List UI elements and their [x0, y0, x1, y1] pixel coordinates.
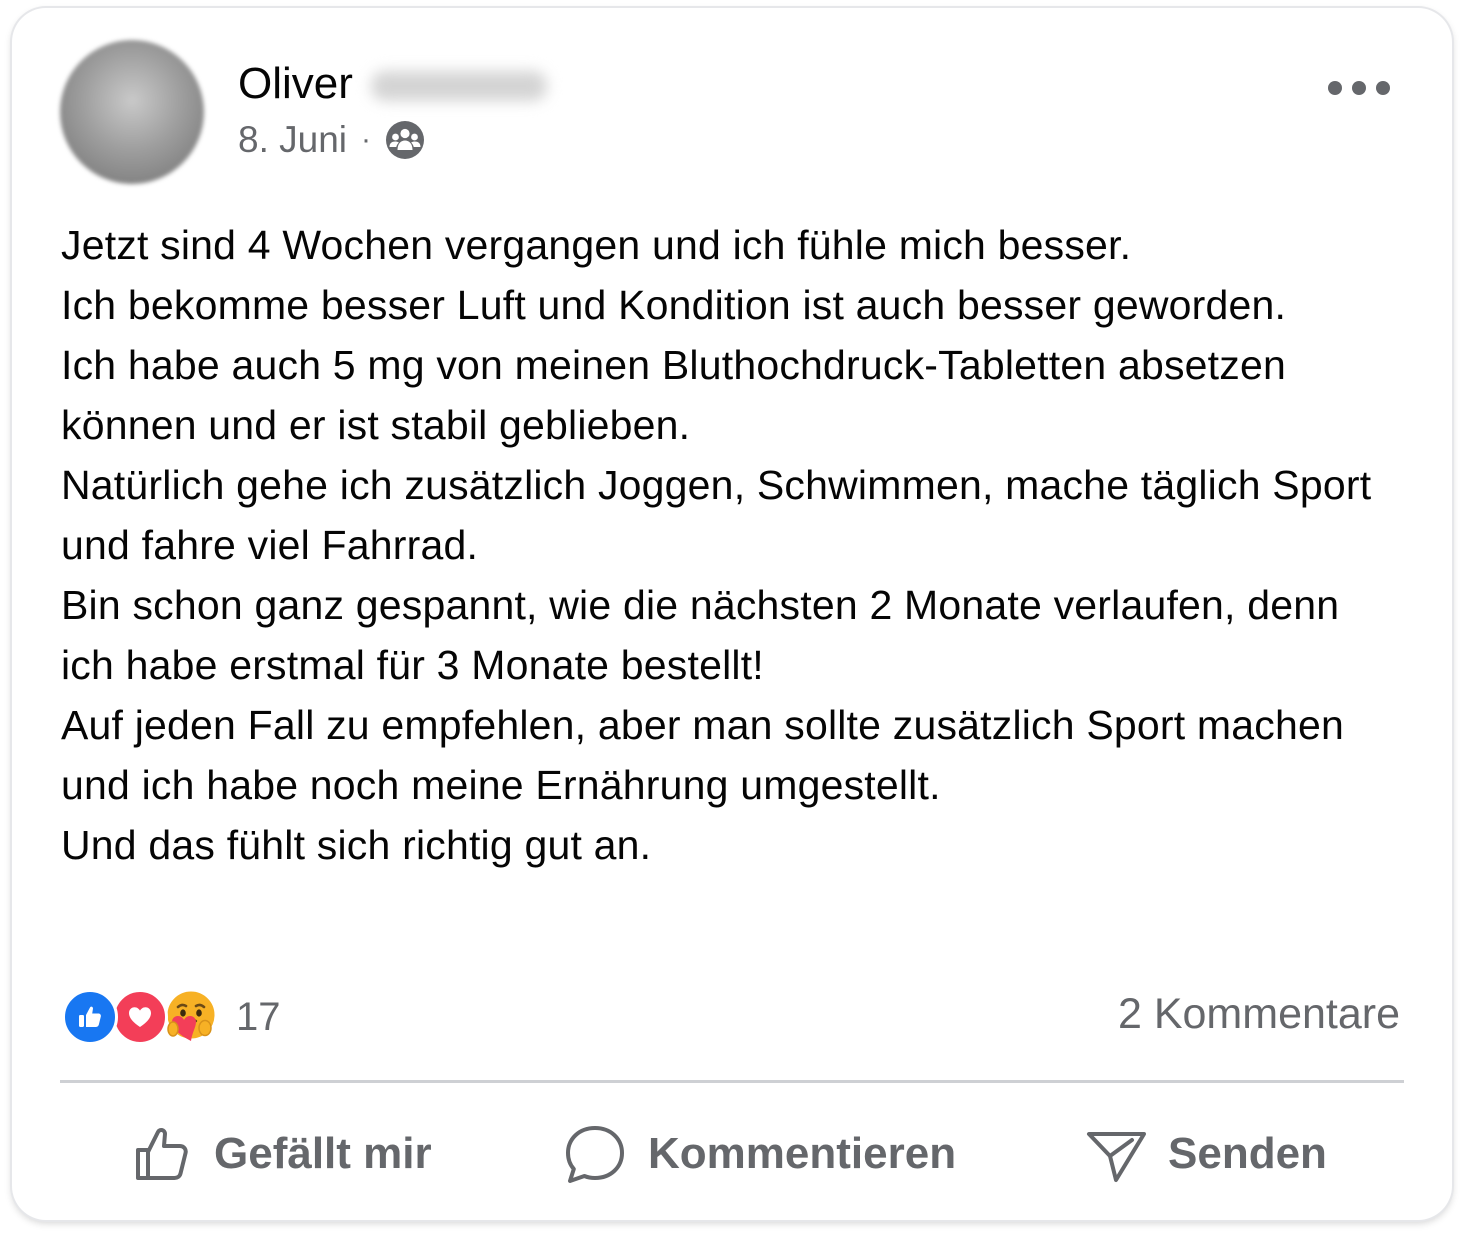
avatar[interactable]: [60, 40, 204, 184]
post-text-line: Natürlich gehe ich zusätzlich Joggen, Sc…: [61, 462, 1372, 568]
comment-button-label: Kommentieren: [648, 1129, 957, 1178]
post-text: Jetzt sind 4 Wochen vergangen und ich fü…: [61, 215, 1401, 875]
more-dot: [1328, 81, 1342, 95]
comments-count[interactable]: 2 Kommentare: [1118, 990, 1400, 1039]
care-reaction-icon: [162, 988, 220, 1046]
post-date[interactable]: 8. Juni: [238, 118, 347, 162]
post-card: Oliver 8. Juni · Jetzt sind 4 Wochen ver…: [12, 8, 1452, 1220]
send-button-label: Senden: [1168, 1129, 1327, 1178]
post-text-line: Bin schon ganz gespannt, wie die nächste…: [61, 582, 1340, 688]
post-text-line: Ich bekomme besser Luft und Kondition is…: [61, 282, 1287, 328]
comment-button[interactable]: Kommentieren: [562, 1106, 956, 1202]
meta-separator: ·: [361, 123, 372, 156]
thumbs-up-icon: [136, 1127, 188, 1180]
author-first-name[interactable]: Oliver: [238, 59, 353, 108]
reactions-summary[interactable]: 17: [62, 988, 281, 1046]
action-bar: Gefällt mir Kommentieren Senden: [60, 1106, 1404, 1202]
speech-bubble-icon: [566, 1126, 624, 1183]
more-options-icon[interactable]: [1328, 76, 1390, 100]
post-text-line: Und das fühlt sich richtig gut an.: [61, 822, 652, 868]
post-meta: 8. Juni ·: [238, 118, 425, 162]
post-text-line: Auf jeden Fall zu empfehlen, aber man so…: [61, 702, 1344, 808]
divider: [60, 1080, 1404, 1083]
post-text-line: Ich habe auch 5 mg von meinen Bluthochdr…: [61, 342, 1286, 448]
like-button-label: Gefällt mir: [214, 1129, 432, 1178]
more-dot: [1376, 81, 1390, 95]
reaction-count: 17: [236, 994, 281, 1039]
more-dot: [1352, 81, 1366, 95]
post-text-line: Jetzt sind 4 Wochen vergangen und ich fü…: [61, 222, 1132, 268]
author-last-name-blurred: [370, 71, 547, 102]
like-button[interactable]: Gefällt mir: [130, 1106, 432, 1202]
send-arrow-icon: [1087, 1132, 1146, 1182]
author-name[interactable]: Oliver: [238, 58, 547, 110]
like-reaction-icon: [62, 989, 118, 1045]
group-audience-icon[interactable]: [385, 120, 425, 160]
send-button[interactable]: Senden: [1084, 1106, 1327, 1202]
love-reaction-icon: [112, 989, 168, 1045]
